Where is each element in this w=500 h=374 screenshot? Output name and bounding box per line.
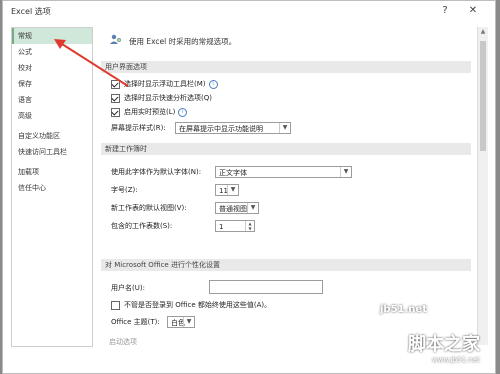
quick-analysis-option[interactable]: 选择时显示快速分析选项(Q) [111,93,212,104]
section-startup: 启动选项 [109,338,137,345]
screentip-value: 在屏幕提示中显示功能说明 [179,125,263,133]
options-scrollbar[interactable]: ▲ [477,27,488,345]
mini-toolbar-option[interactable]: 选择时显示浮动工具栏(M) i [111,79,218,90]
chevron-down-icon: ▼ [279,123,290,133]
settings-people-icon [110,34,121,44]
sidebar-item-customize-ribbon[interactable]: 自定义功能区 [12,128,92,144]
chevron-down-icon: ▼ [340,167,351,177]
options-main-panel: 使用 Excel 时采用的常规选项。 用户界面选项 选择时显示浮动工具栏(M) i… [97,27,473,345]
sheet-count-value: 1 [219,223,224,231]
sidebar-item-quick-access[interactable]: 快速访问工具栏 [12,144,92,160]
default-view-select[interactable]: 普通视图 ▼ [215,202,259,214]
default-font-value: 正文字体 [219,169,247,177]
sidebar-item-advanced[interactable]: 高级 [12,108,92,124]
live-preview-checkbox[interactable] [111,107,120,117]
general-intro-text: 使用 Excel 时采用的常规选项。 [129,37,237,46]
help-button[interactable]: ? [435,3,455,19]
office-theme-label: Office 主题(T): [111,318,160,326]
mini-toolbar-label: 选择时显示浮动工具栏(M) [124,80,206,88]
window-title: Excel 选项 [11,7,51,16]
mini-toolbar-checkbox[interactable] [111,79,120,89]
default-view-label: 新工作表的默认视图(V): [111,204,187,212]
screentip-select[interactable]: 在屏幕提示中显示功能说明 ▼ [175,122,291,134]
default-view-value: 普通视图 [219,205,247,213]
always-use-checkbox[interactable] [111,300,120,310]
sidebar-item-formulas[interactable]: 公式 [12,44,92,60]
username-label: 用户名(U): [111,284,145,292]
info-icon: i [208,79,218,89]
sidebar-item-trust-center[interactable]: 信任中心 [12,180,92,196]
scroll-thumb[interactable] [480,41,486,151]
font-size-label: 字号(Z): [111,186,138,194]
default-font-label: 使用此字体作为默认字体(N): [111,168,202,176]
watermark-site: www.jb51.net [432,356,480,364]
sheet-count-label: 包含的工作表数(S): [111,222,173,230]
excel-options-dialog: Excel 选项 ? ✕ 常规 公式 校对 保存 语言 高级 自定义功能区 快速… [2,0,496,374]
chevron-down-icon: ▼ [183,317,194,327]
scroll-up-icon[interactable]: ▲ [478,27,488,37]
chevron-down-icon: ▼ [247,203,258,213]
info-icon: i [178,107,188,117]
spinner-arrows-icon[interactable]: ▲ ▼ [245,221,254,231]
section-ui-options: 用户界面选项 [101,61,471,73]
always-use-option[interactable]: 不管是否登录到 Office 都始终使用这些值(A)。 [111,300,271,311]
watermark-brand: 脚本之家 [408,334,480,355]
section-personalize: 对 Microsoft Office 进行个性化设置 [101,259,471,271]
sidebar-item-general[interactable]: 常规 [12,28,92,44]
sidebar-item-language[interactable]: 语言 [12,92,92,108]
sidebar-item-save[interactable]: 保存 [12,76,92,92]
sidebar-item-proofing[interactable]: 校对 [12,60,92,76]
sidebar-item-addins[interactable]: 加载项 [12,164,92,180]
sheet-count-stepper[interactable]: 1 ▲ ▼ [215,220,255,232]
screentip-label: 屏幕提示样式(R): [111,124,166,132]
always-use-label: 不管是否登录到 Office 都始终使用这些值(A)。 [124,301,272,309]
title-bar: Excel 选项 ? ✕ [3,1,495,23]
live-preview-option[interactable]: 启用实时预览(L) i [111,107,188,118]
options-sidebar: 常规 公式 校对 保存 语言 高级 自定义功能区 快速访问工具栏 加载项 信任中… [11,27,93,347]
watermark-url: jb51.net [380,304,427,315]
quick-analysis-label: 选择时显示快速分析选项(Q) [124,94,212,102]
default-font-select[interactable]: 正文字体 ▼ [215,166,352,178]
office-theme-select[interactable]: 白色 ▼ [167,316,195,328]
section-new-workbook: 新建工作簿时 [101,143,471,155]
live-preview-label: 启用实时预览(L) [124,108,176,116]
close-button[interactable]: ✕ [463,3,483,19]
quick-analysis-checkbox[interactable] [111,93,120,103]
chevron-down-icon: ▼ [227,185,238,195]
username-input[interactable] [209,280,323,294]
font-size-select[interactable]: 11 ▼ [215,184,239,196]
